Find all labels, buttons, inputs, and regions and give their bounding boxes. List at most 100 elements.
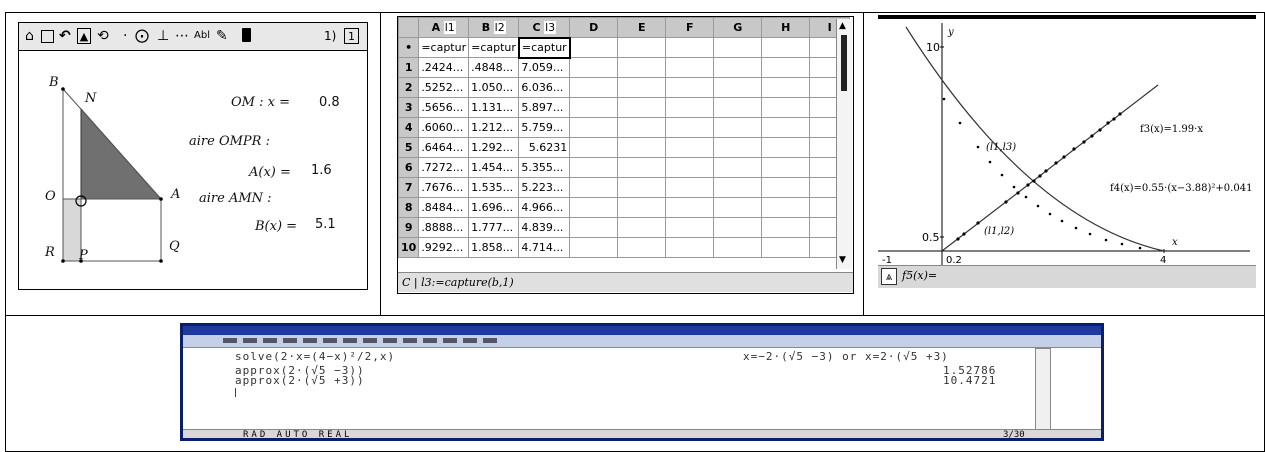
cell-c[interactable]: 5.6231 — [518, 137, 571, 158]
cell-empty[interactable] — [665, 137, 715, 158]
page-number-box[interactable]: 1 — [344, 28, 359, 44]
rotate-tool-icon[interactable]: ⟲ — [97, 28, 109, 44]
cell-empty[interactable] — [665, 57, 715, 78]
cell-empty[interactable] — [665, 237, 715, 258]
cell-b[interactable]: 1.292... — [468, 137, 520, 158]
l1-l2-label[interactable]: (l1,l2) — [984, 226, 1014, 237]
cell-empty[interactable] — [617, 137, 667, 158]
cell-empty[interactable] — [569, 97, 619, 118]
cell-b[interactable]: 1.131... — [468, 97, 520, 118]
cell-empty[interactable] — [617, 77, 667, 98]
grid-tool-icon[interactable] — [41, 30, 54, 43]
cell-empty[interactable] — [665, 217, 715, 238]
cell-empty[interactable] — [569, 117, 619, 138]
entry-expand-icon[interactable]: ⩓ — [881, 268, 897, 285]
cell-empty[interactable] — [713, 97, 763, 118]
cell-empty[interactable] — [569, 137, 619, 158]
column-header-e[interactable]: E — [617, 17, 667, 38]
formula-cell-e[interactable] — [617, 37, 667, 58]
cell-b[interactable]: 1.858... — [468, 237, 520, 258]
history-result-3[interactable]: 10.4721 — [943, 374, 996, 387]
row-number[interactable]: 10 — [398, 237, 420, 258]
row-number[interactable]: 3 — [398, 97, 420, 118]
cell-empty[interactable] — [761, 177, 811, 198]
cell-empty[interactable] — [665, 117, 715, 138]
f3-label[interactable]: f3(x)=1.99·x — [1140, 124, 1203, 135]
cell-entry-line[interactable]: C | l3:=capture(b,1) — [398, 272, 853, 292]
cell-a[interactable]: .2424... — [418, 57, 470, 78]
cell-empty[interactable] — [617, 197, 667, 218]
entry-formula[interactable]: l3:=capture(b,1) — [421, 276, 514, 289]
cell-empty[interactable] — [713, 57, 763, 78]
scroll-up-icon[interactable]: ▲ — [839, 21, 846, 31]
function-entry-line[interactable]: ⩓ f5(x)= — [878, 265, 1256, 288]
cell-empty[interactable] — [713, 197, 763, 218]
cell-empty[interactable] — [569, 217, 619, 238]
formula-cell-a[interactable]: =captur — [418, 37, 470, 58]
history-scrollbar[interactable] — [1035, 348, 1051, 430]
cell-b[interactable]: 1.454... — [468, 157, 520, 178]
row-number[interactable]: 5 — [398, 137, 420, 158]
cell-c[interactable]: 4.839... — [518, 217, 571, 238]
menu-strip[interactable] — [223, 338, 503, 343]
cell-c[interactable]: 7.059... — [518, 57, 571, 78]
cell-c[interactable]: 4.966... — [518, 197, 571, 218]
row-number[interactable]: 7 — [398, 177, 420, 198]
cell-a[interactable]: .7676... — [418, 177, 470, 198]
row-number[interactable]: 8 — [398, 197, 420, 218]
perpendicular-tool-icon[interactable]: ⊥ — [157, 28, 169, 44]
cell-empty[interactable] — [617, 57, 667, 78]
cell-a[interactable]: .5252... — [418, 77, 470, 98]
f4-label[interactable]: f4(x)=0.55·(x−3.88)²+0.041 — [1110, 183, 1252, 194]
history-result-1[interactable]: x=−2·(√5 −3) or x=2·(√5 +3) — [743, 350, 949, 363]
cell-empty[interactable] — [761, 117, 811, 138]
cell-empty[interactable] — [713, 137, 763, 158]
cell-b[interactable]: 1.696... — [468, 197, 520, 218]
cell-empty[interactable] — [713, 217, 763, 238]
scroll-down-icon[interactable]: ▼ — [839, 255, 846, 265]
cell-empty[interactable] — [761, 217, 811, 238]
cell-a[interactable]: .9292... — [418, 237, 470, 258]
cell-empty[interactable] — [713, 117, 763, 138]
cell-c[interactable]: 4.714... — [518, 237, 571, 258]
ruler-tool-icon[interactable]: ✎ — [216, 28, 228, 44]
cell-empty[interactable] — [569, 197, 619, 218]
cell-b[interactable]: 1.212... — [468, 117, 520, 138]
history-entry-3[interactable]: approx(2·(√5 +3)) — [235, 374, 365, 387]
formula-cell-f[interactable] — [665, 37, 715, 58]
cell-a[interactable]: .8484... — [418, 197, 470, 218]
formula-cell-g[interactable] — [713, 37, 763, 58]
cell-a[interactable]: .8888... — [418, 217, 470, 238]
formula-cell-c[interactable]: =captur — [517, 36, 571, 59]
cell-empty[interactable] — [617, 157, 667, 178]
row-number[interactable]: 9 — [398, 217, 420, 238]
row-number[interactable]: 1 — [398, 57, 420, 78]
column-header-a[interactable]: A l1 — [418, 17, 470, 38]
cell-empty[interactable] — [569, 177, 619, 198]
entry-cursor[interactable] — [235, 388, 236, 397]
cell-empty[interactable] — [665, 97, 715, 118]
formula-cell-d[interactable] — [569, 37, 619, 58]
cell-empty[interactable] — [713, 77, 763, 98]
cell-a[interactable]: .7272... — [418, 157, 470, 178]
cell-empty[interactable] — [665, 177, 715, 198]
text-tool-icon[interactable]: Abl — [194, 28, 210, 44]
cell-empty[interactable] — [569, 237, 619, 258]
cell-b[interactable]: 1.777... — [468, 217, 520, 238]
cell-empty[interactable] — [713, 237, 763, 258]
cell-b[interactable]: .4848... — [468, 57, 520, 78]
cell-empty[interactable] — [665, 77, 715, 98]
column-header-f[interactable]: F — [665, 17, 715, 38]
cell-empty[interactable] — [761, 157, 811, 178]
cell-empty[interactable] — [713, 177, 763, 198]
cell-empty[interactable] — [665, 157, 715, 178]
history-entry-1[interactable]: solve(2·x=(4−x)²/2,x) — [235, 350, 395, 363]
formula-cell-h[interactable] — [761, 37, 811, 58]
cell-empty[interactable] — [569, 77, 619, 98]
cell-empty[interactable] — [761, 77, 811, 98]
cell-empty[interactable] — [569, 57, 619, 78]
l1-l3-label[interactable]: (l1,l3) — [986, 142, 1016, 153]
cell-empty[interactable] — [617, 177, 667, 198]
point-b-dot[interactable] — [61, 87, 65, 91]
vertical-scrollbar[interactable]: ▲ ▼ — [836, 19, 852, 269]
